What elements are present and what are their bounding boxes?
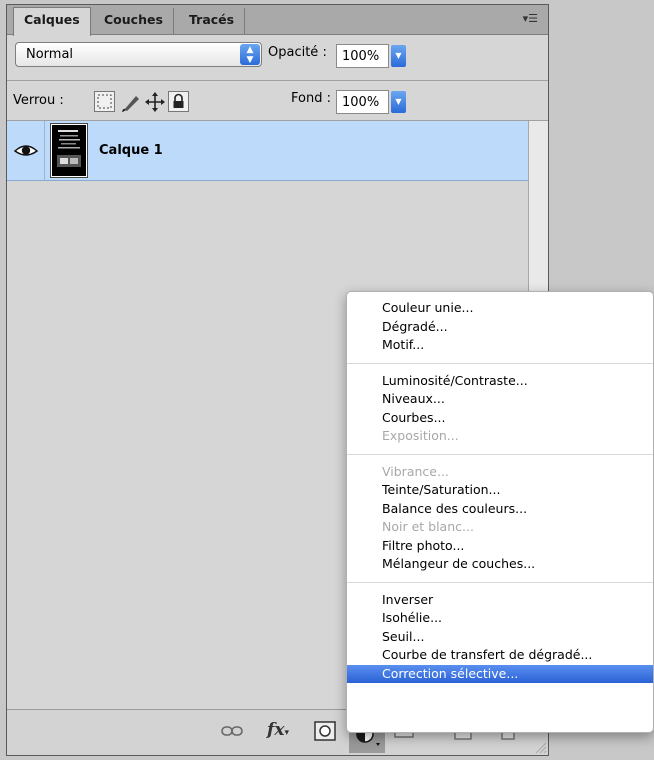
blend-mode-value: Normal bbox=[26, 47, 74, 62]
menu-item-melangeur-couches[interactable]: Mélangeur de couches... bbox=[347, 555, 653, 574]
menu-item-exposition: Exposition... bbox=[382, 428, 459, 443]
menu-item-luminosite-contraste[interactable]: Luminosité/Contraste... bbox=[347, 372, 653, 391]
layer-row[interactable]: Calque 1 bbox=[7, 121, 528, 181]
opacity-input[interactable]: 100% bbox=[336, 44, 389, 68]
menu-item-teinte-saturation[interactable]: Teinte/Saturation... bbox=[347, 481, 653, 500]
lock-label: Verrou : bbox=[13, 93, 64, 108]
link-icon[interactable] bbox=[221, 724, 243, 742]
lock-transparency-icon[interactable] bbox=[94, 91, 115, 112]
opacity-label: Opacité : bbox=[268, 45, 327, 60]
mask-icon[interactable] bbox=[314, 721, 336, 745]
adjustment-layer-menu: Couleur unie... Dégradé... Motif... Lumi… bbox=[346, 291, 654, 733]
tab-couches[interactable]: Couches bbox=[94, 8, 174, 35]
menu-item-niveaux[interactable]: Niveaux... bbox=[347, 390, 653, 409]
resize-grip-icon[interactable] bbox=[533, 740, 547, 755]
panel-tab-bar: Calques Couches Tracés ▾☰ bbox=[7, 5, 548, 36]
layer-visibility-toggle[interactable] bbox=[7, 121, 45, 181]
up-down-arrows-icon: ▲ ▼ bbox=[240, 44, 260, 65]
fill-input[interactable]: 100% bbox=[336, 90, 389, 114]
eye-icon bbox=[13, 145, 39, 156]
menu-item-seuil[interactable]: Seuil... bbox=[347, 628, 653, 647]
fill-label: Fond : bbox=[291, 91, 331, 106]
panel-menu-icon[interactable]: ▾☰ bbox=[520, 12, 538, 26]
layer-name[interactable]: Calque 1 bbox=[99, 143, 163, 158]
fill-dropdown-icon[interactable]: ▼ bbox=[391, 91, 406, 113]
divider bbox=[7, 80, 548, 81]
menu-item-noir-et-blanc: Noir et blanc... bbox=[382, 519, 474, 534]
lock-all-icon[interactable] bbox=[168, 91, 189, 112]
fx-icon[interactable]: fx▾ bbox=[267, 720, 289, 740]
menu-item-motif[interactable]: Motif... bbox=[347, 336, 653, 355]
menu-item-correction-selective[interactable]: Correction sélective... bbox=[347, 664, 653, 683]
lock-position-move-icon[interactable] bbox=[144, 91, 166, 113]
menu-item-vibrance: Vibrance... bbox=[382, 463, 449, 479]
menu-item-inverser[interactable]: Inverser bbox=[347, 591, 653, 610]
menu-item-courbes[interactable]: Courbes... bbox=[347, 409, 653, 428]
tab-calques[interactable]: Calques bbox=[13, 7, 91, 36]
menu-separator bbox=[347, 453, 653, 455]
menu-item-balance-couleurs[interactable]: Balance des couleurs... bbox=[347, 500, 653, 519]
menu-separator bbox=[347, 362, 653, 364]
opacity-dropdown-icon[interactable]: ▼ bbox=[391, 45, 406, 67]
menu-item-couleur-unie[interactable]: Couleur unie... bbox=[347, 299, 653, 318]
lock-pixels-brush-icon[interactable] bbox=[120, 91, 142, 113]
menu-separator bbox=[347, 581, 653, 583]
tab-traces[interactable]: Tracés bbox=[179, 8, 246, 35]
layer-thumbnail[interactable] bbox=[50, 123, 88, 178]
blend-mode-select[interactable]: Normal ▲ ▼ bbox=[15, 42, 262, 67]
menu-item-degrade[interactable]: Dégradé... bbox=[347, 318, 653, 337]
menu-item-filtre-photo[interactable]: Filtre photo... bbox=[347, 537, 653, 556]
menu-item-isohelie[interactable]: Isohélie... bbox=[347, 609, 653, 628]
menu-item-courbe-transfert-degrade[interactable]: Courbe de transfert de dégradé... bbox=[347, 646, 653, 665]
